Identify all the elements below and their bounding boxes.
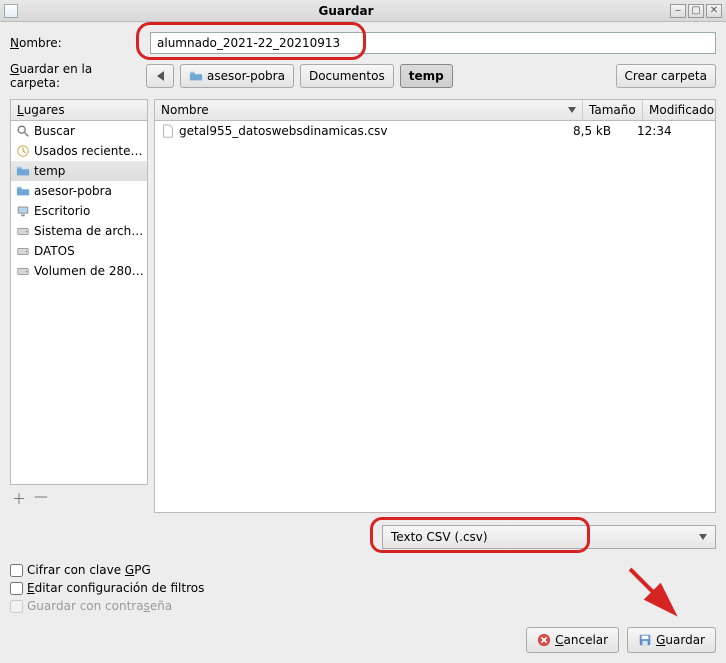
place-item-label: Usados reciente… (34, 144, 142, 158)
place-item[interactable]: Escritorio (11, 201, 147, 221)
filetype-label: Texto CSV (.csv) (391, 530, 488, 544)
place-item[interactable]: Sistema de arch… (11, 221, 147, 241)
path-back-button[interactable] (146, 64, 174, 88)
place-item[interactable]: Usados reciente… (11, 141, 147, 161)
place-item-label: temp (34, 164, 65, 178)
place-item-label: Escritorio (34, 204, 90, 218)
place-item-label: Buscar (34, 124, 75, 138)
place-item[interactable]: asesor-pobra (11, 181, 147, 201)
file-list[interactable]: getal955_datoswebsdinamicas.csv 8,5 kB 12:… (154, 121, 716, 513)
path-segment-1[interactable]: Documentos (300, 64, 394, 88)
drive-icon (16, 244, 30, 258)
column-header-modified[interactable]: Modificado (643, 100, 715, 120)
drive-icon (16, 224, 30, 238)
path-segment-0[interactable]: asesor-pobra (180, 64, 294, 88)
cancel-button[interactable]: Cancelar (526, 627, 619, 653)
window-icon (4, 4, 18, 18)
remove-bookmark-button[interactable]: — (34, 489, 48, 509)
desktop-icon (16, 204, 30, 218)
add-bookmark-button[interactable]: ＋ (12, 489, 26, 509)
place-item[interactable]: Volumen de 280… (11, 261, 147, 281)
filename-input[interactable] (150, 32, 716, 54)
path-segment-2[interactable]: temp (400, 64, 453, 88)
file-row[interactable]: getal955_datoswebsdinamicas.csv 8,5 kB 12:… (155, 121, 715, 141)
cancel-icon (537, 633, 551, 647)
path-segment-label: asesor-pobra (207, 69, 285, 83)
folder-icon (189, 69, 203, 83)
edit-filters-checkbox[interactable]: Editar configuración de filtros (10, 581, 716, 595)
file-name: getal955_datoswebsdinamicas.csv (179, 124, 388, 138)
place-item[interactable]: temp (11, 161, 147, 181)
sort-indicator-icon (568, 107, 576, 113)
close-button[interactable]: ✕ (706, 4, 722, 18)
search-icon (16, 124, 30, 138)
folder-icon (16, 164, 30, 178)
folder-icon (16, 184, 30, 198)
place-item[interactable]: Buscar (11, 121, 147, 141)
column-header-name[interactable]: Nombre (155, 100, 583, 120)
place-item[interactable]: DATOS (11, 241, 147, 261)
chevron-left-icon (157, 71, 164, 81)
save-icon (638, 633, 652, 647)
path-segment-label: Documentos (309, 69, 385, 83)
places-list: Buscar Usados reciente… temp asesor-pobra Es… (10, 121, 148, 485)
save-password-checkbox: Guardar con contraseña (10, 599, 716, 613)
file-modified: 12:34 (637, 124, 709, 138)
place-item-label: DATOS (34, 244, 75, 258)
create-folder-button[interactable]: Crear carpeta (616, 64, 716, 88)
file-icon (161, 124, 175, 138)
encrypt-gpg-checkbox[interactable]: Cifrar con clave GPG (10, 563, 716, 577)
path-segment-label: temp (409, 69, 444, 83)
place-item-label: asesor-pobra (34, 184, 112, 198)
minimize-button[interactable]: ‒ (670, 4, 686, 18)
folder-label: Guardar en la carpeta: (10, 62, 140, 90)
chevron-down-icon (699, 534, 707, 540)
place-item-label: Sistema de arch… (34, 224, 143, 238)
place-item-label: Volumen de 280… (34, 264, 144, 278)
maximize-button[interactable]: ▢ (688, 4, 704, 18)
clock-icon (16, 144, 30, 158)
column-header-size[interactable]: Tamaño (583, 100, 643, 120)
name-label: Nombre: (10, 36, 140, 50)
window-title: Guardar (22, 4, 670, 18)
file-size: 8,5 kB (573, 124, 633, 138)
drive-icon (16, 264, 30, 278)
save-button[interactable]: Guardar (627, 627, 716, 653)
places-header[interactable]: Lugares (10, 99, 148, 121)
filetype-dropdown[interactable]: Texto CSV (.csv) (382, 525, 716, 549)
create-folder-label: Crear carpeta (625, 69, 707, 83)
